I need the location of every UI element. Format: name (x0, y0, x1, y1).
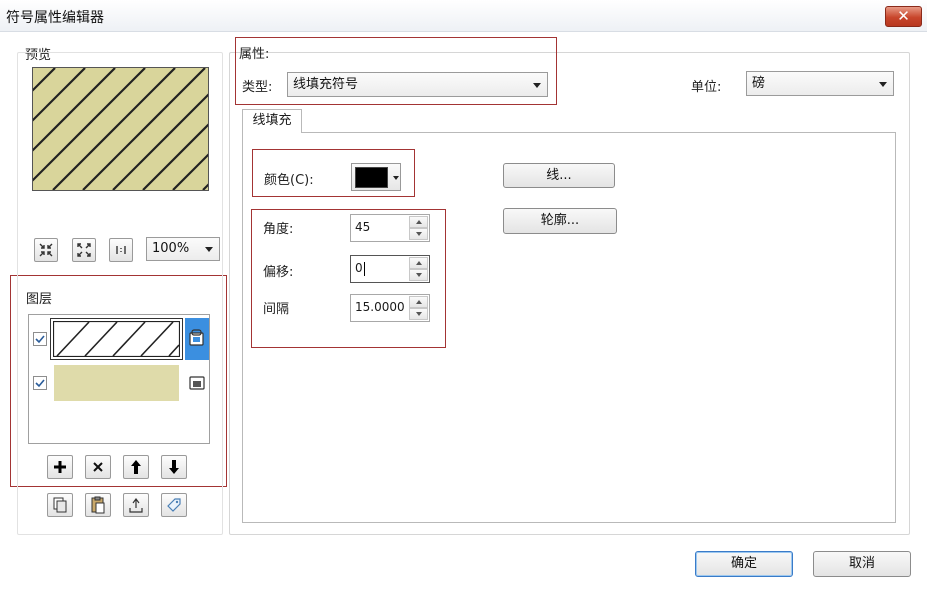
cancel-label: 取消 (848, 556, 875, 571)
angle-stepper[interactable]: 45 (350, 214, 430, 242)
close-button[interactable]: ✕ (885, 6, 922, 27)
angle-label: 角度: (263, 222, 294, 237)
ok-button[interactable]: 确定 (695, 551, 793, 577)
color-swatch (355, 167, 388, 188)
spin-buttons (409, 296, 428, 320)
window-title: 符号属性编辑器 (6, 10, 104, 26)
chevron-up-icon (415, 300, 422, 304)
title-bar: 符号属性编辑器 ✕ (0, 0, 927, 32)
spin-buttons (409, 216, 428, 240)
ok-label: 确定 (730, 556, 757, 571)
spacing-stepper[interactable]: 15.0000 (350, 294, 430, 322)
chevron-down-icon (415, 232, 422, 236)
spacing-value: 15.0000 (355, 300, 405, 314)
text-cursor (363, 261, 365, 276)
tab-line-fill[interactable]: 线填充 (242, 109, 302, 133)
offset-label: 偏移: (263, 265, 294, 280)
unit-label: 单位: (691, 80, 722, 95)
cancel-button[interactable]: 取消 (813, 551, 911, 577)
offset-value: 0 (355, 261, 363, 275)
color-picker[interactable] (351, 163, 401, 191)
line-button[interactable]: 线... (503, 163, 615, 188)
chevron-down-icon (533, 82, 541, 88)
chevron-up-icon (415, 220, 422, 224)
spin-buttons (409, 257, 428, 281)
chevron-down-icon (879, 81, 887, 87)
unit-value: 磅 (752, 76, 766, 91)
line-button-label: 线... (546, 168, 572, 183)
spin-down-button[interactable] (409, 308, 428, 320)
left-panel-frame (17, 52, 223, 535)
outline-button[interactable]: 轮廓... (503, 208, 617, 234)
close-icon: ✕ (897, 7, 910, 25)
offset-stepper[interactable]: 0 (350, 255, 430, 283)
spin-down-button[interactable] (409, 269, 428, 281)
spacing-label: 间隔 (263, 302, 290, 317)
spin-down-button[interactable] (409, 228, 428, 240)
tab-label: 线填充 (252, 113, 292, 128)
type-value: 线填充符号 (293, 77, 359, 92)
spin-up-button[interactable] (409, 257, 428, 269)
chevron-down-icon (415, 312, 422, 316)
type-label: 类型: (242, 80, 273, 95)
chevron-down-icon (415, 273, 422, 277)
properties-title: 属性: (239, 47, 270, 62)
spin-up-button[interactable] (409, 216, 428, 228)
outline-button-label: 轮廓... (540, 213, 580, 228)
chevron-down-icon (393, 176, 399, 180)
chevron-up-icon (415, 261, 422, 265)
angle-value: 45 (355, 220, 371, 234)
color-label: 颜色(C): (264, 173, 314, 188)
spin-up-button[interactable] (409, 296, 428, 308)
type-dropdown[interactable]: 线填充符号 (287, 72, 548, 97)
unit-dropdown[interactable]: 磅 (746, 71, 894, 96)
